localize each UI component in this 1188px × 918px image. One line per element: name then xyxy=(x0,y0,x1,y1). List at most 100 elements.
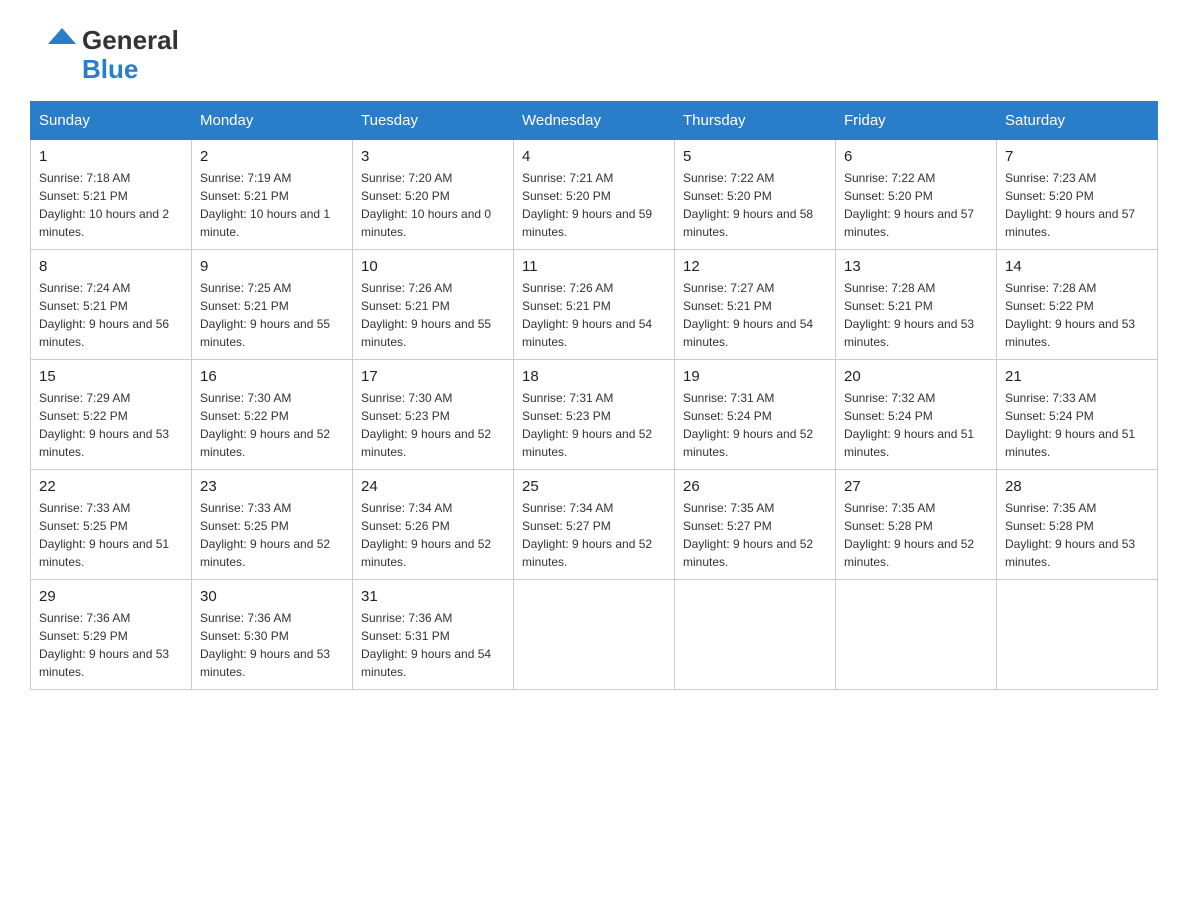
col-friday: Friday xyxy=(836,102,997,140)
day-info: Sunrise: 7:20 AMSunset: 5:20 PMDaylight:… xyxy=(361,171,491,239)
day-number: 6 xyxy=(844,148,988,165)
table-row: 3 Sunrise: 7:20 AMSunset: 5:20 PMDayligh… xyxy=(353,140,514,250)
day-number: 28 xyxy=(1005,478,1149,495)
day-info: Sunrise: 7:22 AMSunset: 5:20 PMDaylight:… xyxy=(844,171,974,239)
table-row: 19 Sunrise: 7:31 AMSunset: 5:24 PMDaylig… xyxy=(675,360,836,470)
day-info: Sunrise: 7:33 AMSunset: 5:25 PMDaylight:… xyxy=(200,501,330,569)
day-number: 5 xyxy=(683,148,827,165)
day-info: Sunrise: 7:33 AMSunset: 5:24 PMDaylight:… xyxy=(1005,391,1135,459)
table-row: 7 Sunrise: 7:23 AMSunset: 5:20 PMDayligh… xyxy=(997,140,1158,250)
day-number: 10 xyxy=(361,258,505,275)
table-row: 30 Sunrise: 7:36 AMSunset: 5:30 PMDaylig… xyxy=(192,580,353,690)
calendar-week-row: 1 Sunrise: 7:18 AMSunset: 5:21 PMDayligh… xyxy=(31,140,1158,250)
day-number: 16 xyxy=(200,368,344,385)
day-number: 22 xyxy=(39,478,183,495)
day-number: 11 xyxy=(522,258,666,275)
calendar-week-row: 15 Sunrise: 7:29 AMSunset: 5:22 PMDaylig… xyxy=(31,360,1158,470)
day-number: 17 xyxy=(361,368,505,385)
table-row: 6 Sunrise: 7:22 AMSunset: 5:20 PMDayligh… xyxy=(836,140,997,250)
table-row: 10 Sunrise: 7:26 AMSunset: 5:21 PMDaylig… xyxy=(353,250,514,360)
day-number: 7 xyxy=(1005,148,1149,165)
table-row: 4 Sunrise: 7:21 AMSunset: 5:20 PMDayligh… xyxy=(514,140,675,250)
table-row: 22 Sunrise: 7:33 AMSunset: 5:25 PMDaylig… xyxy=(31,470,192,580)
logo-general: General xyxy=(82,26,179,55)
day-info: Sunrise: 7:30 AMSunset: 5:23 PMDaylight:… xyxy=(361,391,491,459)
day-number: 2 xyxy=(200,148,344,165)
day-number: 29 xyxy=(39,588,183,605)
day-number: 4 xyxy=(522,148,666,165)
table-row xyxy=(675,580,836,690)
table-row: 12 Sunrise: 7:27 AMSunset: 5:21 PMDaylig… xyxy=(675,250,836,360)
table-row: 31 Sunrise: 7:36 AMSunset: 5:31 PMDaylig… xyxy=(353,580,514,690)
day-number: 8 xyxy=(39,258,183,275)
day-number: 18 xyxy=(522,368,666,385)
day-number: 31 xyxy=(361,588,505,605)
day-number: 12 xyxy=(683,258,827,275)
col-tuesday: Tuesday xyxy=(353,102,514,140)
day-number: 19 xyxy=(683,368,827,385)
calendar-header-row: Sunday Monday Tuesday Wednesday Thursday… xyxy=(31,102,1158,140)
day-info: Sunrise: 7:35 AMSunset: 5:27 PMDaylight:… xyxy=(683,501,813,569)
table-row: 1 Sunrise: 7:18 AMSunset: 5:21 PMDayligh… xyxy=(31,140,192,250)
day-info: Sunrise: 7:24 AMSunset: 5:21 PMDaylight:… xyxy=(39,281,169,349)
logo: General Blue xyxy=(30,20,179,83)
day-number: 1 xyxy=(39,148,183,165)
day-number: 30 xyxy=(200,588,344,605)
day-info: Sunrise: 7:19 AMSunset: 5:21 PMDaylight:… xyxy=(200,171,330,239)
day-number: 3 xyxy=(361,148,505,165)
table-row: 5 Sunrise: 7:22 AMSunset: 5:20 PMDayligh… xyxy=(675,140,836,250)
day-info: Sunrise: 7:31 AMSunset: 5:24 PMDaylight:… xyxy=(683,391,813,459)
day-number: 23 xyxy=(200,478,344,495)
day-number: 14 xyxy=(1005,258,1149,275)
table-row: 13 Sunrise: 7:28 AMSunset: 5:21 PMDaylig… xyxy=(836,250,997,360)
day-info: Sunrise: 7:22 AMSunset: 5:20 PMDaylight:… xyxy=(683,171,813,239)
table-row: 23 Sunrise: 7:33 AMSunset: 5:25 PMDaylig… xyxy=(192,470,353,580)
page-header: General Blue xyxy=(30,20,1158,83)
day-info: Sunrise: 7:21 AMSunset: 5:20 PMDaylight:… xyxy=(522,171,652,239)
calendar-table: Sunday Monday Tuesday Wednesday Thursday… xyxy=(30,101,1158,690)
col-monday: Monday xyxy=(192,102,353,140)
day-info: Sunrise: 7:36 AMSunset: 5:29 PMDaylight:… xyxy=(39,611,169,679)
col-wednesday: Wednesday xyxy=(514,102,675,140)
day-info: Sunrise: 7:23 AMSunset: 5:20 PMDaylight:… xyxy=(1005,171,1135,239)
day-info: Sunrise: 7:34 AMSunset: 5:26 PMDaylight:… xyxy=(361,501,491,569)
table-row: 2 Sunrise: 7:19 AMSunset: 5:21 PMDayligh… xyxy=(192,140,353,250)
logo-icon xyxy=(30,26,80,68)
day-number: 25 xyxy=(522,478,666,495)
table-row: 28 Sunrise: 7:35 AMSunset: 5:28 PMDaylig… xyxy=(997,470,1158,580)
day-info: Sunrise: 7:18 AMSunset: 5:21 PMDaylight:… xyxy=(39,171,169,239)
table-row: 21 Sunrise: 7:33 AMSunset: 5:24 PMDaylig… xyxy=(997,360,1158,470)
day-number: 21 xyxy=(1005,368,1149,385)
day-info: Sunrise: 7:36 AMSunset: 5:31 PMDaylight:… xyxy=(361,611,491,679)
day-info: Sunrise: 7:35 AMSunset: 5:28 PMDaylight:… xyxy=(844,501,974,569)
table-row: 24 Sunrise: 7:34 AMSunset: 5:26 PMDaylig… xyxy=(353,470,514,580)
day-info: Sunrise: 7:29 AMSunset: 5:22 PMDaylight:… xyxy=(39,391,169,459)
day-info: Sunrise: 7:28 AMSunset: 5:21 PMDaylight:… xyxy=(844,281,974,349)
table-row: 9 Sunrise: 7:25 AMSunset: 5:21 PMDayligh… xyxy=(192,250,353,360)
col-thursday: Thursday xyxy=(675,102,836,140)
table-row: 29 Sunrise: 7:36 AMSunset: 5:29 PMDaylig… xyxy=(31,580,192,690)
day-number: 26 xyxy=(683,478,827,495)
day-number: 9 xyxy=(200,258,344,275)
table-row: 8 Sunrise: 7:24 AMSunset: 5:21 PMDayligh… xyxy=(31,250,192,360)
logo-blue: Blue xyxy=(82,55,179,84)
day-number: 15 xyxy=(39,368,183,385)
table-row: 11 Sunrise: 7:26 AMSunset: 5:21 PMDaylig… xyxy=(514,250,675,360)
calendar-week-row: 22 Sunrise: 7:33 AMSunset: 5:25 PMDaylig… xyxy=(31,470,1158,580)
col-saturday: Saturday xyxy=(997,102,1158,140)
table-row xyxy=(514,580,675,690)
table-row: 25 Sunrise: 7:34 AMSunset: 5:27 PMDaylig… xyxy=(514,470,675,580)
day-info: Sunrise: 7:25 AMSunset: 5:21 PMDaylight:… xyxy=(200,281,330,349)
day-info: Sunrise: 7:26 AMSunset: 5:21 PMDaylight:… xyxy=(522,281,652,349)
day-info: Sunrise: 7:30 AMSunset: 5:22 PMDaylight:… xyxy=(200,391,330,459)
table-row: 26 Sunrise: 7:35 AMSunset: 5:27 PMDaylig… xyxy=(675,470,836,580)
table-row xyxy=(997,580,1158,690)
table-row: 14 Sunrise: 7:28 AMSunset: 5:22 PMDaylig… xyxy=(997,250,1158,360)
day-info: Sunrise: 7:34 AMSunset: 5:27 PMDaylight:… xyxy=(522,501,652,569)
col-sunday: Sunday xyxy=(31,102,192,140)
calendar-week-row: 8 Sunrise: 7:24 AMSunset: 5:21 PMDayligh… xyxy=(31,250,1158,360)
day-number: 24 xyxy=(361,478,505,495)
day-number: 27 xyxy=(844,478,988,495)
table-row: 15 Sunrise: 7:29 AMSunset: 5:22 PMDaylig… xyxy=(31,360,192,470)
day-info: Sunrise: 7:36 AMSunset: 5:30 PMDaylight:… xyxy=(200,611,330,679)
